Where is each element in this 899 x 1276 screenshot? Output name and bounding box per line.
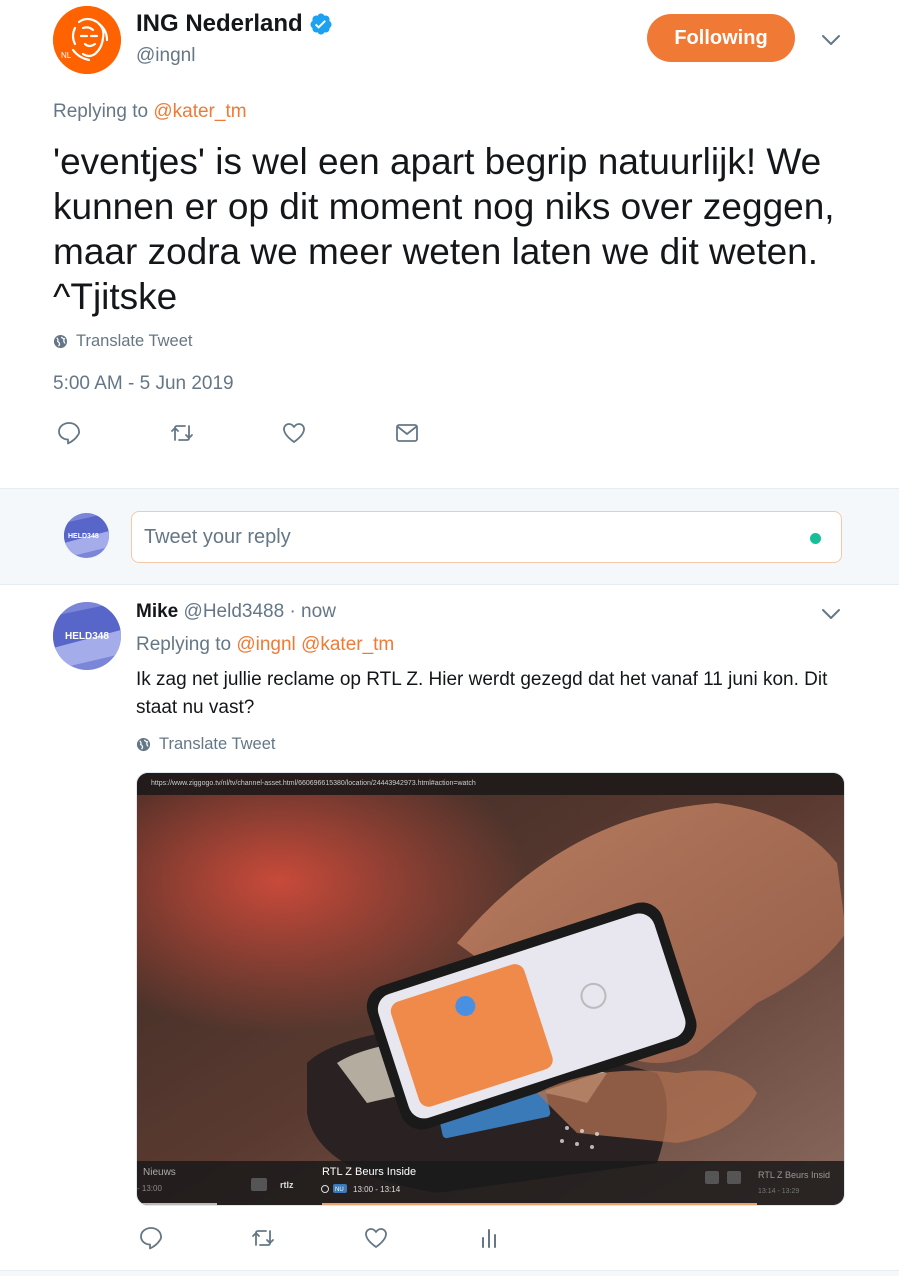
attached-photo[interactable]: https://www.ziggogo.tv/nl/tv/channel-ass… [136,772,845,1206]
translate-tweet-link[interactable]: Translate Tweet [136,735,275,754]
main-tweet: NL ING Nederland @ingnl Following Replyi… [0,0,899,488]
ing-lion-logo-icon: NL [53,6,121,74]
rtlz-logo: rtlz [280,1180,294,1190]
translate-label[interactable]: Translate Tweet [76,332,192,351]
translate-label[interactable]: Translate Tweet [159,735,275,754]
reply-button[interactable] [56,420,82,446]
reply-author-header: Mike @Held3488 · now [136,601,336,623]
photo-phone-payment-image: https://www.ziggogo.tv/nl/tv/channel-ass… [137,773,844,1205]
status-dot [810,533,821,544]
like-button[interactable] [281,420,307,446]
ing-avatar[interactable]: NL [53,6,121,74]
reply-replying-to: Replying to @ingnl @kater_tm [136,634,394,656]
mike-avatar[interactable]: HELD348 [53,602,121,670]
svg-text:NL: NL [61,51,72,60]
reply-input[interactable]: Tweet your reply [131,511,842,563]
like-icon [283,423,305,443]
user-avatar[interactable]: HELD348 [64,513,109,558]
replying-prefix: Replying to [53,101,149,122]
channel-time-left: - 13:00 [137,1184,162,1193]
svg-text:HELD348: HELD348 [68,533,99,540]
author-name-text[interactable]: ING Nederland [136,10,303,38]
globe-icon [53,334,68,349]
reply-composer: HELD348 Tweet your reply [0,488,899,585]
analytics-icon [482,1229,496,1248]
chevron-down-icon[interactable] [820,33,842,47]
browser-url-text: https://www.ziggogo.tv/nl/tv/channel-ass… [151,780,476,787]
reply-icon [140,1227,163,1250]
mention-link[interactable]: @kater_tm [301,634,394,655]
program-title: RTL Z Beurs Inside [322,1166,416,1178]
direct-message-button[interactable] [394,420,420,446]
reply-tweet: HELD348 Mike @Held3488 · now Replying to… [0,586,899,1276]
next-program-title: RTL Z Beurs Insid [758,1170,830,1180]
svg-text:HELD348: HELD348 [65,631,109,642]
following-button[interactable]: Following [647,14,795,62]
retweet-button[interactable] [250,1225,276,1251]
held-avatar-icon: HELD348 [64,513,109,558]
mention-link[interactable]: @kater_tm [153,101,246,122]
reply-author-name[interactable]: Mike [136,601,178,622]
like-icon [365,1228,387,1248]
translate-tweet-link[interactable]: Translate Tweet [53,332,192,351]
program-time: 13:00 - 13:14 [353,1185,401,1194]
bottom-divider [0,1270,899,1276]
next-program-time: 13:14 - 13:29 [758,1188,799,1195]
channel-label-left: Nieuws [143,1167,176,1178]
analytics-button[interactable] [476,1225,502,1251]
globe-icon [136,737,151,752]
retweet-icon [171,425,193,441]
verified-badge-icon [310,13,332,35]
held-avatar-icon: HELD348 [53,602,121,670]
replying-to: Replying to @kater_tm [53,101,247,123]
chevron-down-icon[interactable] [820,607,842,621]
author-handle[interactable]: @ingnl [136,45,195,67]
now-badge: NU [335,1187,344,1193]
reply-button[interactable] [138,1225,164,1251]
like-button[interactable] [363,1225,389,1251]
author-name[interactable]: ING Nederland [136,10,333,38]
retweet-button[interactable] [169,420,195,446]
tweet-text: 'eventjes' is wel een apart begrip natuu… [53,141,835,317]
reply-time[interactable]: · now [289,601,335,622]
dm-icon [396,424,418,442]
replying-prefix: Replying to [136,634,232,655]
reply-author-handle[interactable]: @Held3488 [184,601,285,622]
reply-icon [58,422,81,445]
reply-text: Ik zag net jullie reclame op RTL Z. Hier… [136,669,828,718]
reply-placeholder: Tweet your reply [144,525,291,548]
retweet-icon [252,1230,274,1246]
tweet-timestamp[interactable]: 5:00 AM - 5 Jun 2019 [53,373,234,395]
mention-link[interactable]: @ingnl [236,634,295,655]
